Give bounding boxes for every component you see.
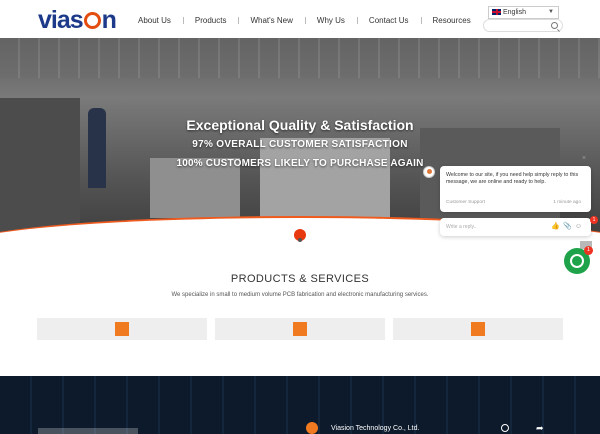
share-icon[interactable]: ➦ bbox=[536, 423, 544, 434]
chat-tools-icons[interactable]: 👍📎☺ bbox=[551, 222, 585, 230]
chat-launcher-button[interactable]: 1 bbox=[564, 246, 593, 274]
video-section-heading bbox=[38, 428, 138, 434]
product-tag-icon bbox=[471, 322, 485, 336]
product-tag-icon bbox=[293, 322, 307, 336]
chat-bubble-icon bbox=[570, 254, 584, 268]
product-tag-icon bbox=[115, 322, 129, 336]
channel-logo-icon bbox=[306, 422, 318, 434]
product-card[interactable] bbox=[37, 318, 207, 340]
nav-products[interactable]: Products bbox=[182, 14, 239, 28]
slider-dot[interactable] bbox=[294, 229, 306, 242]
chat-sender: Customer Support bbox=[446, 200, 485, 205]
hero-title: Exceptional Quality & Satisfaction bbox=[186, 117, 414, 133]
product-card[interactable] bbox=[393, 318, 563, 340]
nav-contact-us[interactable]: Contact Us bbox=[356, 14, 421, 28]
section-subtitle: We specialize in small to medium volume … bbox=[171, 292, 429, 298]
support-avatar bbox=[423, 166, 435, 178]
section-title: PRODUCTS & SERVICES bbox=[230, 273, 370, 285]
language-select[interactable]: English ▼ bbox=[488, 6, 559, 19]
nav-whats-new[interactable]: What's New bbox=[238, 14, 304, 28]
chat-message-bubble: Welcome to our site, if you need help si… bbox=[440, 166, 591, 212]
main-nav: About Us Products What's New Why Us Cont… bbox=[126, 14, 483, 28]
chat-reply-input[interactable]: Write a reply.. 👍📎☺ bbox=[440, 218, 591, 236]
hero-image-ceiling bbox=[0, 38, 600, 78]
language-label: English bbox=[503, 9, 526, 16]
product-card[interactable] bbox=[215, 318, 385, 340]
nav-about-us[interactable]: About Us bbox=[126, 14, 183, 28]
chevron-down-icon: ▼ bbox=[548, 9, 554, 15]
hero-image-machine bbox=[260, 138, 390, 228]
uk-flag-icon bbox=[492, 9, 501, 15]
search-input[interactable] bbox=[483, 19, 563, 32]
site-header: vias n About Us Products What's New Why U… bbox=[0, 0, 600, 40]
notification-badge: 1 bbox=[590, 216, 598, 224]
unread-badge: 1 bbox=[584, 246, 593, 255]
hero-stat-satisfaction: 97% OVERALL CUSTOMER SATISFACTION bbox=[192, 139, 408, 150]
chat-reply-placeholder: Write a reply.. bbox=[446, 224, 477, 230]
video-player-bar[interactable]: Viasion Technology Co., Ltd. ➦ bbox=[306, 422, 556, 434]
search-icon[interactable] bbox=[551, 22, 558, 29]
video-title[interactable]: Viasion Technology Co., Ltd. bbox=[331, 425, 419, 432]
chat-message-text: Welcome to our site, if you need help si… bbox=[446, 172, 579, 185]
watch-later-icon[interactable] bbox=[501, 424, 509, 432]
close-icon[interactable]: × bbox=[582, 155, 586, 162]
viasion-logo[interactable]: vias n bbox=[38, 7, 117, 33]
nav-why-us[interactable]: Why Us bbox=[304, 14, 357, 28]
chat-timestamp: 1 minute ago bbox=[553, 200, 581, 205]
nav-resources[interactable]: Resources bbox=[420, 14, 483, 28]
